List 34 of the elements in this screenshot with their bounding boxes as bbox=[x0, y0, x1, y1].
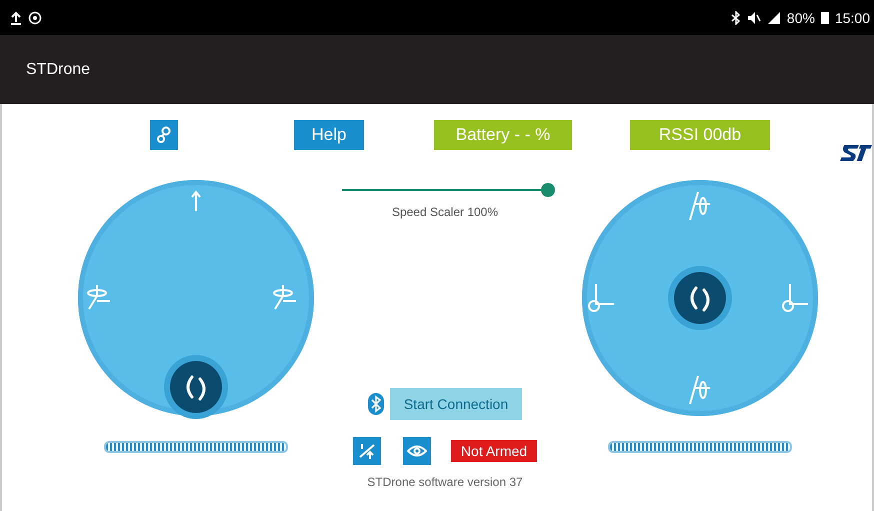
tilt-icon bbox=[586, 282, 616, 314]
version-text: STDrone software version 37 bbox=[367, 475, 523, 489]
logo-icon bbox=[840, 142, 872, 164]
mute-icon bbox=[746, 10, 761, 24]
link-icon bbox=[157, 126, 171, 144]
rssi-indicator: RSSI 00db bbox=[630, 120, 770, 150]
calibrate-button[interactable] bbox=[353, 437, 381, 465]
tilt-icon bbox=[780, 282, 810, 314]
arm-status-button[interactable]: Not Armed bbox=[451, 440, 537, 462]
joystick-knob[interactable] bbox=[674, 272, 726, 324]
bluetooth-icon bbox=[730, 10, 741, 24]
help-button[interactable]: Help bbox=[294, 120, 364, 150]
bluetooth-icon bbox=[368, 393, 384, 415]
battery-icon bbox=[820, 11, 829, 24]
speed-label: Speed Scaler 100% bbox=[392, 205, 498, 219]
tilt-icon bbox=[686, 190, 712, 222]
signal-icon bbox=[766, 10, 781, 24]
slider-thumb[interactable] bbox=[541, 183, 555, 197]
joystick-knob[interactable] bbox=[170, 361, 222, 413]
arrow-up-icon bbox=[190, 190, 202, 212]
battery-indicator: Battery - - % bbox=[434, 120, 572, 150]
trim-slider[interactable] bbox=[104, 441, 288, 453]
calibrate-icon bbox=[357, 441, 377, 461]
link-button[interactable] bbox=[150, 120, 178, 150]
battery-percent: 80% bbox=[786, 10, 815, 26]
eye-icon bbox=[407, 444, 427, 458]
tilt-icon bbox=[686, 374, 712, 406]
clock: 15:00 bbox=[834, 10, 870, 26]
eye-button[interactable] bbox=[403, 437, 431, 465]
app-title: STDrone bbox=[26, 60, 90, 78]
trim-slider[interactable] bbox=[608, 441, 792, 453]
start-connection-button[interactable]: Start Connection bbox=[390, 388, 522, 420]
upload-icon bbox=[10, 10, 22, 24]
hotspot-icon bbox=[28, 10, 42, 24]
